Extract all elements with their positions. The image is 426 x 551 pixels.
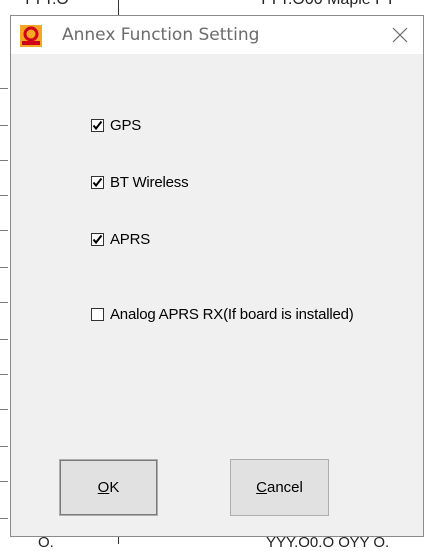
aprs-checkbox[interactable] <box>91 232 104 246</box>
background-row-tick <box>0 302 8 303</box>
gps-checkbox[interactable] <box>91 118 104 132</box>
cancel-button-label: Cancel <box>256 479 303 496</box>
title-bar[interactable]: Annex Function Setting <box>11 16 423 54</box>
analog-aprs-rx-label: Analog APRS RX(If board is installed) <box>110 305 354 323</box>
background-row-tick <box>0 160 8 161</box>
annex-function-setting-dialog: Annex Function Setting GPS BT Wireless A… <box>10 15 424 537</box>
background-row-tick <box>0 518 8 519</box>
option-bt-wireless[interactable]: BT Wireless <box>91 173 189 191</box>
background-column-divider-bottom <box>118 537 119 544</box>
background-row-tick <box>0 446 8 447</box>
app-logo-icon <box>20 25 42 47</box>
bt-wireless-label: BT Wireless <box>110 173 189 191</box>
background-top-left-text: ΥΥΥ.Ο <box>22 0 69 9</box>
checkmark-icon <box>92 120 103 130</box>
option-gps[interactable]: GPS <box>91 116 141 134</box>
cancel-button[interactable]: Cancel <box>230 459 329 516</box>
background-row-tick <box>0 339 8 340</box>
background-row-tick <box>0 481 8 482</box>
background-column-divider <box>118 0 119 15</box>
ok-button[interactable]: OK <box>59 459 158 516</box>
gps-label: GPS <box>110 116 142 134</box>
bt-wireless-checkbox[interactable] <box>91 175 104 189</box>
background-row-tick <box>0 267 8 268</box>
close-button[interactable] <box>377 16 423 54</box>
ok-button-label: OK <box>97 479 120 496</box>
background-row-tick <box>0 195 8 196</box>
background-row-tick <box>0 409 8 410</box>
option-aprs[interactable]: APRS <box>91 230 150 248</box>
background-row-tick <box>0 374 8 375</box>
checkmark-icon <box>92 177 103 187</box>
dialog-title: Annex Function Setting <box>62 25 260 45</box>
background-row-tick <box>0 125 8 126</box>
option-analog-aprs-rx[interactable]: Analog APRS RX(If board is installed) <box>91 305 354 323</box>
background-row-tick <box>0 230 8 231</box>
analog-aprs-rx-checkbox[interactable] <box>91 307 104 321</box>
background-row-tick <box>0 88 8 89</box>
aprs-label: APRS <box>110 230 151 248</box>
background-top-right-text: ΥΥΥ.Ο00 Maple FY <box>258 0 396 9</box>
close-icon <box>392 27 408 43</box>
background-top-strip: ΥΥΥ.Ο ΥΥΥ.Ο00 Maple FY <box>0 0 426 16</box>
checkmark-icon <box>92 234 103 244</box>
